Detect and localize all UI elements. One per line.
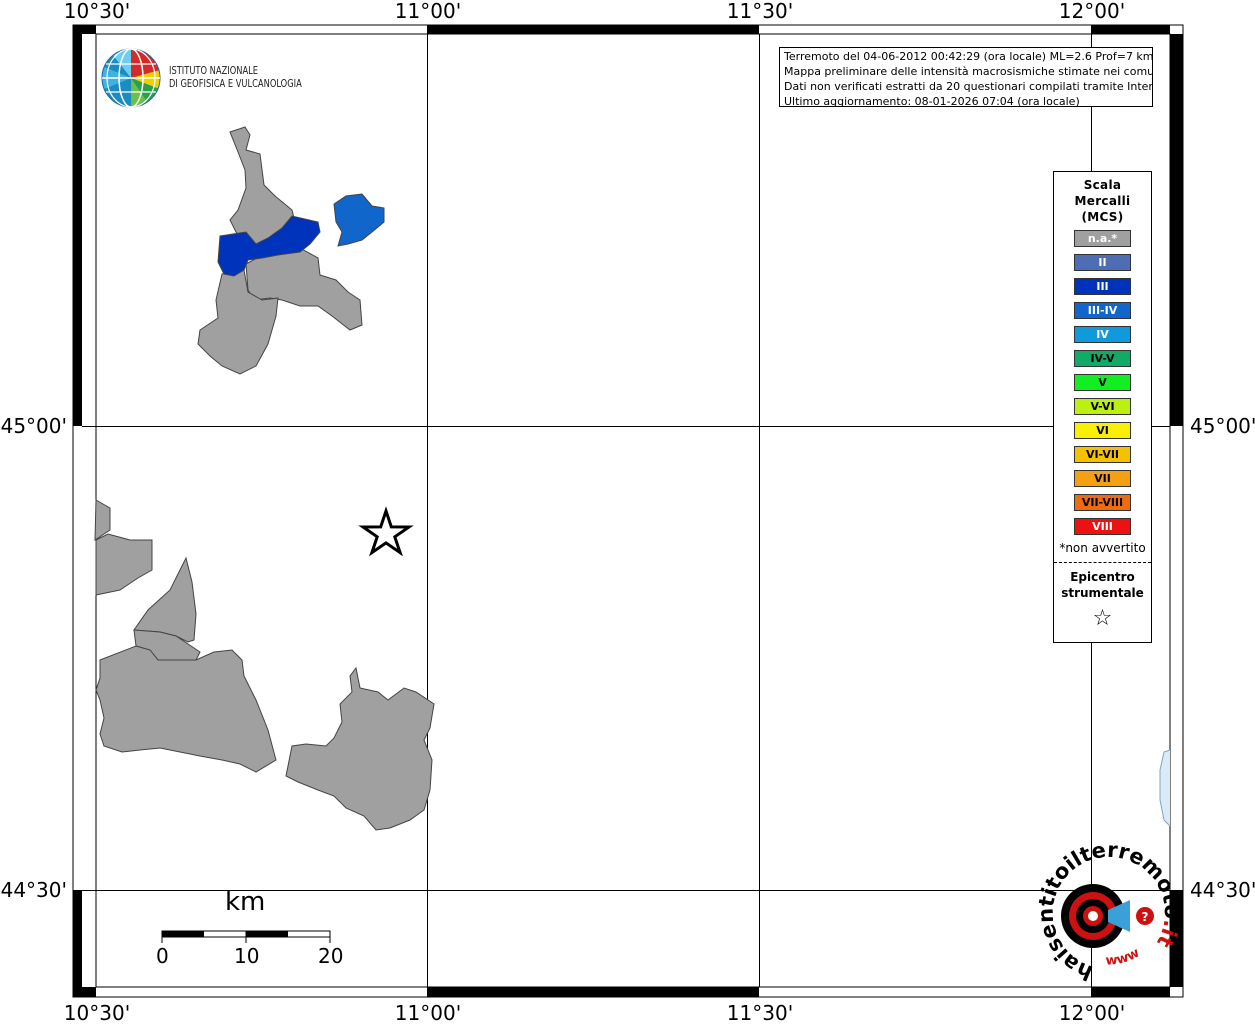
coord-bottom-1200: 12°00' — [1059, 1001, 1125, 1024]
legend-epicenter-line2: strumentale — [1061, 586, 1144, 600]
event-info-line1: Terremoto del 04-06-2012 00:42:29 (ora l… — [784, 50, 1153, 63]
question-icon: ? — [1142, 910, 1149, 924]
legend-swatch-IV: IV — [1074, 326, 1131, 343]
coord-right-4500: 45°00' — [1190, 414, 1255, 438]
legend-items: n.a.* II III III-IV IV IV-V V V-VI VI VI… — [1054, 230, 1151, 535]
legend-star-icon: ☆ — [1092, 606, 1113, 631]
event-info-line3: Dati non verificati estratti da 20 quest… — [784, 80, 1153, 93]
legend-swatch-VII: VII — [1074, 470, 1131, 487]
coord-left-4500: 45°00' — [1, 414, 67, 438]
scale-label-0: 0 — [156, 944, 169, 968]
coord-bottom-1100: 11°00' — [395, 1001, 461, 1024]
coord-left-4430: 44°30' — [1, 878, 67, 902]
legend-title-line3: (MCS) — [1081, 210, 1124, 224]
legend-swatch-VI-VII: VI-VII — [1074, 446, 1131, 463]
ingv-logo-line2: DI GEOFISICA E VULCANOLOGIA — [169, 78, 302, 90]
ingv-logo-text: ISTITUTO NAZIONALE DI GEOFISICA E VULCAN… — [169, 65, 302, 91]
mcs-legend: Scala Mercalli (MCS) n.a.* II III III-IV… — [1053, 171, 1152, 643]
legend-divider — [1054, 562, 1151, 563]
coord-top-1200: 12°00' — [1059, 0, 1125, 23]
legend-epicenter-label: Epicentro strumentale — [1054, 569, 1151, 601]
legend-swatch-III: III — [1074, 278, 1131, 295]
coord-bottom-1030: 10°30' — [64, 1001, 130, 1024]
legend-swatch-VII-VIII: VII-VIII — [1074, 494, 1131, 511]
coord-top-1100: 11°00' — [395, 0, 461, 23]
coord-top-1130: 11°30' — [727, 0, 793, 23]
legend-title: Scala Mercalli (MCS) — [1054, 177, 1151, 225]
coord-bottom-1130: 11°30' — [727, 1001, 793, 1024]
legend-swatch-V-VI: V-VI — [1074, 398, 1131, 415]
legend-swatch-VIII: VIII — [1074, 518, 1131, 535]
scale-unit: km — [225, 887, 266, 917]
map-frame — [72, 24, 1184, 998]
legend-swatch-na: n.a.* — [1074, 230, 1131, 247]
event-info-box: Terremoto del 04-06-2012 00:42:29 (ora l… — [779, 47, 1153, 107]
legend-epicenter-line1: Epicentro — [1070, 570, 1135, 584]
scale-label-20: 20 — [318, 944, 344, 968]
legend-swatch-III-IV: III-IV — [1074, 302, 1131, 319]
coord-right-4430: 44°30' — [1190, 878, 1255, 902]
legend-swatch-V: V — [1074, 374, 1131, 391]
legend-title-line2: Mercalli — [1074, 194, 1131, 208]
event-info-line2: Mappa preliminare delle intensità macros… — [784, 65, 1153, 78]
legend-title-line1: Scala — [1083, 178, 1122, 192]
legend-swatch-IV-V: IV-V — [1074, 350, 1131, 367]
scale-label-10: 10 — [234, 944, 260, 968]
coord-top-1030: 10°30' — [64, 0, 130, 23]
legend-swatch-II: II — [1074, 254, 1131, 271]
ingv-logo-line1: ISTITUTO NAZIONALE — [169, 65, 259, 77]
legend-swatch-VI: VI — [1074, 422, 1131, 439]
legend-note: *non avvertito — [1059, 541, 1146, 555]
event-info-line4: Ultimo aggiornamento: 08-01-2026 07:04 (… — [784, 95, 1080, 107]
